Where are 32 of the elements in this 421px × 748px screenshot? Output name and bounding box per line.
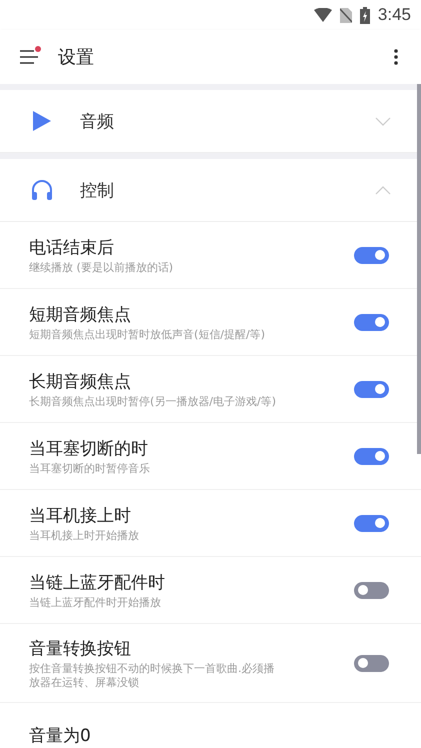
no-sim-icon	[340, 8, 352, 22]
setting-description: 长期音频焦点出现时暂停(另一播放器/电子游戏/等)	[29, 395, 277, 409]
page-title: 设置	[58, 46, 94, 69]
battery-icon	[360, 6, 370, 24]
play-icon	[33, 111, 51, 131]
more-options-icon[interactable]	[394, 49, 398, 65]
toggle-switch[interactable]	[354, 582, 389, 598]
setting-title: 当耳塞切断的时	[29, 438, 149, 461]
setting-title: 短期音频焦点	[29, 304, 132, 327]
setting-description: 当链上蓝牙配件时开始播放	[29, 596, 162, 610]
setting-description: 继续播放 (要是以前播放的话)	[29, 261, 174, 275]
setting-title: 当链上蓝牙配件时	[29, 572, 166, 595]
headphones-icon	[30, 179, 54, 201]
setting-title: 音量为0	[29, 725, 92, 748]
setting-title: 音量转换按钮	[29, 638, 132, 661]
setting-title: 电话结束后	[29, 237, 115, 260]
setting-title: 长期音频焦点	[29, 371, 132, 394]
setting-description: 按住音量转换按钮不动的时候换下一首歌曲.必须播放器在运转、屏幕没锁	[29, 662, 276, 690]
toggle-switch[interactable]	[354, 380, 389, 398]
toggle-switch[interactable]	[354, 314, 389, 330]
toggle-switch[interactable]	[354, 654, 389, 672]
toggle-switch[interactable]	[354, 448, 389, 464]
section-header[interactable]: 控制	[0, 159, 421, 222]
setting-description: 当耳塞切断的时暂停音乐	[29, 462, 151, 476]
toggle-switch[interactable]	[354, 514, 389, 532]
wifi-icon	[314, 8, 332, 22]
setting-description: 短期音频焦点出现时暂时放低声音(短信/提醒/等)	[29, 328, 266, 342]
status-time: 3:45	[378, 5, 411, 25]
menu-icon[interactable]	[20, 49, 40, 65]
setting-description: 当耳机接上时开始播放	[29, 529, 140, 543]
toggle-switch[interactable]	[354, 246, 389, 264]
setting-title: 当耳机接上时	[29, 505, 132, 528]
